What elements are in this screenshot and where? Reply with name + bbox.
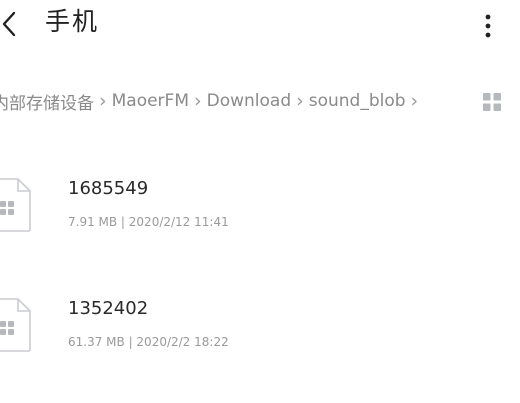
- breadcrumb-separator: ›: [99, 90, 107, 112]
- list-item-file[interactable]: 1352402 61.37 MB | 2020/2/2 18:22: [0, 290, 520, 370]
- file-name: 1685549: [68, 178, 149, 199]
- more-options-button[interactable]: [478, 12, 498, 40]
- more-vertical-icon: [485, 14, 491, 38]
- breadcrumb-separator: ›: [410, 90, 419, 112]
- top-bar: 手机: [0, 0, 520, 50]
- back-button[interactable]: [0, 10, 22, 38]
- file-icon: [0, 298, 31, 352]
- breadcrumb: 内部存储设备 › MaoerFM › Download › sound_blob…: [0, 86, 423, 116]
- view-toggle-button[interactable]: [482, 92, 502, 112]
- breadcrumb-separator: ›: [194, 90, 202, 112]
- breadcrumb-bar: 内部存储设备 › MaoerFM › Download › sound_blob…: [0, 86, 520, 116]
- breadcrumb-item-maoerfm[interactable]: MaoerFM: [112, 91, 189, 111]
- breadcrumb-item-download[interactable]: Download: [207, 91, 292, 111]
- page-title: 手机: [45, 7, 100, 36]
- breadcrumb-item-sound-blob[interactable]: sound_blob: [309, 91, 406, 111]
- chevron-left-icon: [2, 11, 16, 37]
- file-meta: 61.37 MB | 2020/2/2 18:22: [68, 335, 229, 349]
- file-meta: 7.91 MB | 2020/2/12 11:41: [68, 215, 229, 229]
- breadcrumb-item-internal-storage[interactable]: 内部存储设备: [0, 89, 94, 114]
- list-item-file[interactable]: 1685549 7.91 MB | 2020/2/12 11:41: [0, 170, 520, 250]
- grid-view-icon: [483, 93, 501, 111]
- file-name: 1352402: [68, 298, 149, 319]
- file-icon: [0, 178, 31, 232]
- breadcrumb-separator: ›: [296, 90, 304, 112]
